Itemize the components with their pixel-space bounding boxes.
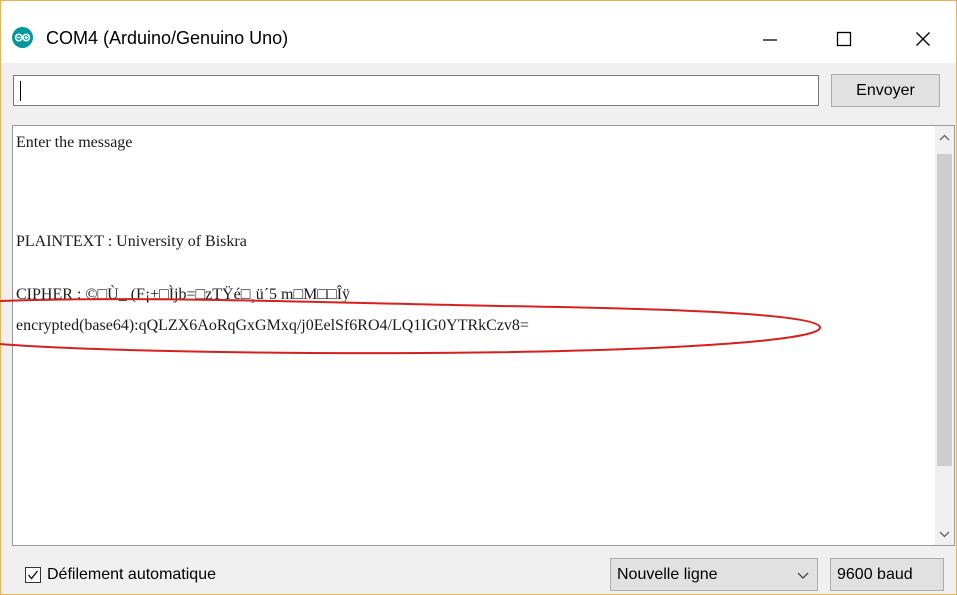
close-icon <box>916 32 930 46</box>
vertical-scrollbar[interactable] <box>935 126 954 545</box>
chevron-down-icon <box>939 531 950 537</box>
output-line: PLAINTEXT : University of Biskra <box>16 233 247 250</box>
title-bar: COM4 (Arduino/Genuino Uno) <box>1 1 956 63</box>
autoscroll-label: Défilement automatique <box>47 566 216 583</box>
scroll-thumb[interactable] <box>937 154 952 466</box>
baud-rate-value: 9600 baud <box>837 565 913 583</box>
arduino-icon <box>12 27 33 48</box>
line-ending-value: Nouvelle ligne <box>617 565 718 583</box>
output-text: Enter the message PLAINTEXT : University… <box>16 134 931 539</box>
text-caret <box>20 81 21 101</box>
chevron-up-icon <box>939 134 950 140</box>
close-button[interactable] <box>899 19 947 59</box>
maximize-button[interactable] <box>820 19 868 59</box>
autoscroll-checkbox[interactable] <box>25 567 41 583</box>
minimize-button[interactable] <box>746 19 794 59</box>
message-input[interactable] <box>13 75 819 106</box>
scroll-down-button[interactable] <box>935 525 954 543</box>
output-line: encrypted(base64):qQLZX6AoRqGxGMxq/j0Eel… <box>16 317 529 334</box>
serial-output[interactable]: Enter the message PLAINTEXT : University… <box>12 125 955 546</box>
line-ending-select[interactable]: Nouvelle ligne <box>610 558 818 591</box>
autoscroll-toggle[interactable]: Défilement automatique <box>25 566 216 584</box>
send-button[interactable]: Envoyer <box>831 74 940 107</box>
output-line: Enter the message <box>16 134 133 151</box>
send-bar: Envoyer <box>1 63 956 117</box>
chevron-down-icon <box>797 572 809 579</box>
output-line: CIPHER : ©□Ù_ (F¡±□Ìjb=□zTŸé□¸ü´5 m□M□□Î… <box>16 286 351 303</box>
checkmark-icon <box>28 570 39 580</box>
serial-monitor-window: COM4 (Arduino/Genuino Uno) Envoyer Enter… <box>0 0 957 595</box>
window-title: COM4 (Arduino/Genuino Uno) <box>46 28 289 48</box>
scroll-up-button[interactable] <box>935 128 954 146</box>
minimize-icon <box>763 39 777 41</box>
maximize-icon <box>836 31 852 47</box>
status-bar: Défilement automatique Nouvelle ligne 96… <box>1 547 956 594</box>
baud-rate-select[interactable]: 9600 baud <box>830 558 944 591</box>
